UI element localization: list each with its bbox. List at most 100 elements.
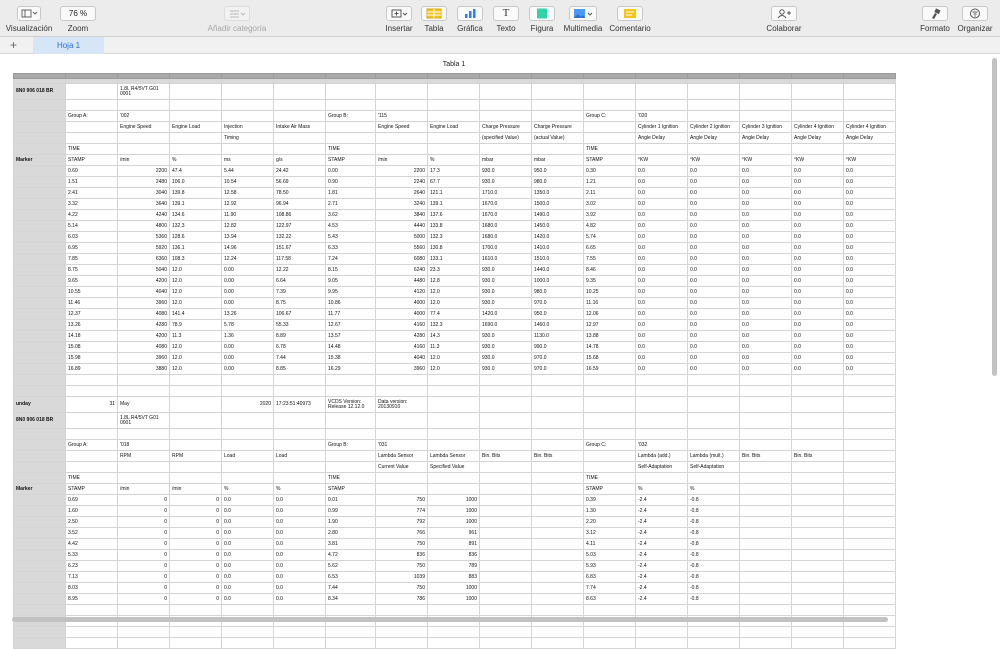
table-cell[interactable]: TIME xyxy=(65,143,118,155)
table-cell[interactable]: 8.15 xyxy=(325,264,376,276)
table-cell[interactable] xyxy=(13,319,66,331)
table-cell[interactable] xyxy=(843,604,896,616)
table-cell[interactable] xyxy=(117,626,170,638)
table-cell[interactable] xyxy=(583,83,636,100)
table-cell[interactable]: 3.92 xyxy=(583,209,636,221)
table-cell[interactable]: /min xyxy=(117,154,170,166)
table-cell[interactable] xyxy=(221,374,274,386)
table-cell[interactable] xyxy=(221,637,274,649)
table-cell[interactable]: 11.3 xyxy=(169,330,222,342)
table-cell[interactable] xyxy=(479,396,532,413)
table-cell[interactable]: 13.26 xyxy=(65,319,118,331)
table-cell[interactable]: Bin. Bits xyxy=(479,450,532,462)
table-cell[interactable] xyxy=(531,560,584,572)
table-cell[interactable]: STAMP xyxy=(65,154,118,166)
table-cell[interactable]: 5560 xyxy=(375,242,428,254)
table-cell[interactable]: °KW xyxy=(843,154,896,166)
table-cell[interactable]: Angle Delay xyxy=(635,132,688,144)
table-cell[interactable] xyxy=(791,143,844,155)
table-cell[interactable]: 2200 xyxy=(375,165,428,177)
table-cell[interactable] xyxy=(583,450,636,462)
chart-button[interactable]: Gráfica xyxy=(454,6,486,36)
table-cell[interactable] xyxy=(531,637,584,649)
table-cell[interactable]: 2.80 xyxy=(325,527,376,539)
table-cell[interactable]: 3.32 xyxy=(65,198,118,210)
table-cell[interactable] xyxy=(221,428,274,440)
table-cell[interactable]: 4.42 xyxy=(65,538,118,550)
table-cell[interactable]: 0.00 xyxy=(325,165,376,177)
table-cell[interactable]: 2200 xyxy=(117,165,170,177)
table-cell[interactable]: 6.33 xyxy=(325,242,376,254)
table-cell[interactable] xyxy=(65,604,118,616)
table-cell[interactable] xyxy=(479,494,532,506)
table-cell[interactable]: Bin. Bits xyxy=(739,450,792,462)
table-cell[interactable]: 0 xyxy=(169,582,222,594)
table-cell[interactable]: 0.0 xyxy=(273,593,326,605)
table-cell[interactable] xyxy=(479,472,532,484)
table-cell[interactable]: 0.39 xyxy=(583,494,636,506)
zoom-select[interactable]: 76 % xyxy=(60,6,96,21)
table-cell[interactable] xyxy=(117,428,170,440)
table-cell[interactable]: 13.94 xyxy=(221,231,274,243)
table-cell[interactable] xyxy=(531,593,584,605)
table-cell[interactable] xyxy=(843,505,896,517)
table-cell[interactable]: Self-Adaptation xyxy=(635,461,688,473)
table-cell[interactable]: 4040 xyxy=(375,352,428,364)
table-cell[interactable]: 78.9 xyxy=(169,319,222,331)
table-cell[interactable]: 2480 xyxy=(117,176,170,188)
table-cell[interactable]: 0 xyxy=(117,549,170,561)
table-cell[interactable] xyxy=(273,412,326,429)
table-cell[interactable]: 0.0 xyxy=(739,319,792,331)
table-cell[interactable] xyxy=(791,494,844,506)
table-cell[interactable] xyxy=(221,385,274,397)
table-cell[interactable]: 0.0 xyxy=(791,275,844,287)
table-cell[interactable] xyxy=(65,121,118,133)
table-cell[interactable]: 133.8 xyxy=(427,220,480,232)
table-cell[interactable] xyxy=(739,505,792,517)
table-cell[interactable]: 0.0 xyxy=(739,176,792,188)
table-cell[interactable] xyxy=(739,538,792,550)
table-cell[interactable] xyxy=(65,450,118,462)
table-cell[interactable]: 930.0 xyxy=(479,165,532,177)
table-cell[interactable]: 1039 xyxy=(375,571,428,583)
table-cell[interactable] xyxy=(843,412,896,429)
table-cell[interactable]: 12.0 xyxy=(427,363,480,375)
table-cell[interactable]: 0.0 xyxy=(687,176,740,188)
table-cell[interactable]: 106.0 xyxy=(169,176,222,188)
table-cell[interactable]: Bin. Bits xyxy=(791,450,844,462)
table-cell[interactable]: Group B: xyxy=(325,110,376,122)
table-cell[interactable]: 0.0 xyxy=(791,231,844,243)
table-cell[interactable]: 4240 xyxy=(117,209,170,221)
table-cell[interactable]: 11.90 xyxy=(221,209,274,221)
table-cell[interactable]: -0.8 xyxy=(687,516,740,528)
table-cell[interactable]: 96.94 xyxy=(273,198,326,210)
table-cell[interactable]: 0.0 xyxy=(687,242,740,254)
table-cell[interactable] xyxy=(687,83,740,100)
table-cell[interactable]: 0.0 xyxy=(843,165,896,177)
table-cell[interactable] xyxy=(13,472,66,484)
table-cell[interactable]: 0 xyxy=(117,516,170,528)
table-cell[interactable]: 0.0 xyxy=(843,242,896,254)
table-cell[interactable] xyxy=(13,330,66,342)
table-cell[interactable]: Charge Pressure xyxy=(531,121,584,133)
table-cell[interactable] xyxy=(427,412,480,429)
table-cell[interactable]: (actual Value) xyxy=(531,132,584,144)
table-cell[interactable]: 14.48 xyxy=(325,341,376,353)
table-cell[interactable]: 750 xyxy=(375,582,428,594)
table-cell[interactable]: 121.1 xyxy=(427,187,480,199)
table-cell[interactable]: 4000 xyxy=(375,297,428,309)
table-cell[interactable] xyxy=(169,604,222,616)
table-cell[interactable]: 0.99 xyxy=(325,505,376,517)
table-cell[interactable]: 0.0 xyxy=(687,319,740,331)
table-cell[interactable]: ms xyxy=(221,154,274,166)
table-cell[interactable]: Cylinder 2 Ignition xyxy=(687,121,740,133)
table-cell[interactable]: STAMP xyxy=(65,483,118,495)
table-cell[interactable]: Load xyxy=(273,450,326,462)
table-cell[interactable] xyxy=(13,110,66,122)
table-cell[interactable]: Data version: 20130910 xyxy=(375,396,428,413)
table-cell[interactable]: 12.0 xyxy=(169,264,222,276)
table-cell[interactable]: 1000 xyxy=(427,505,480,517)
table-cell[interactable]: 3880 xyxy=(117,363,170,375)
table-cell[interactable]: 961 xyxy=(427,527,480,539)
table-cell[interactable]: °KW xyxy=(635,154,688,166)
